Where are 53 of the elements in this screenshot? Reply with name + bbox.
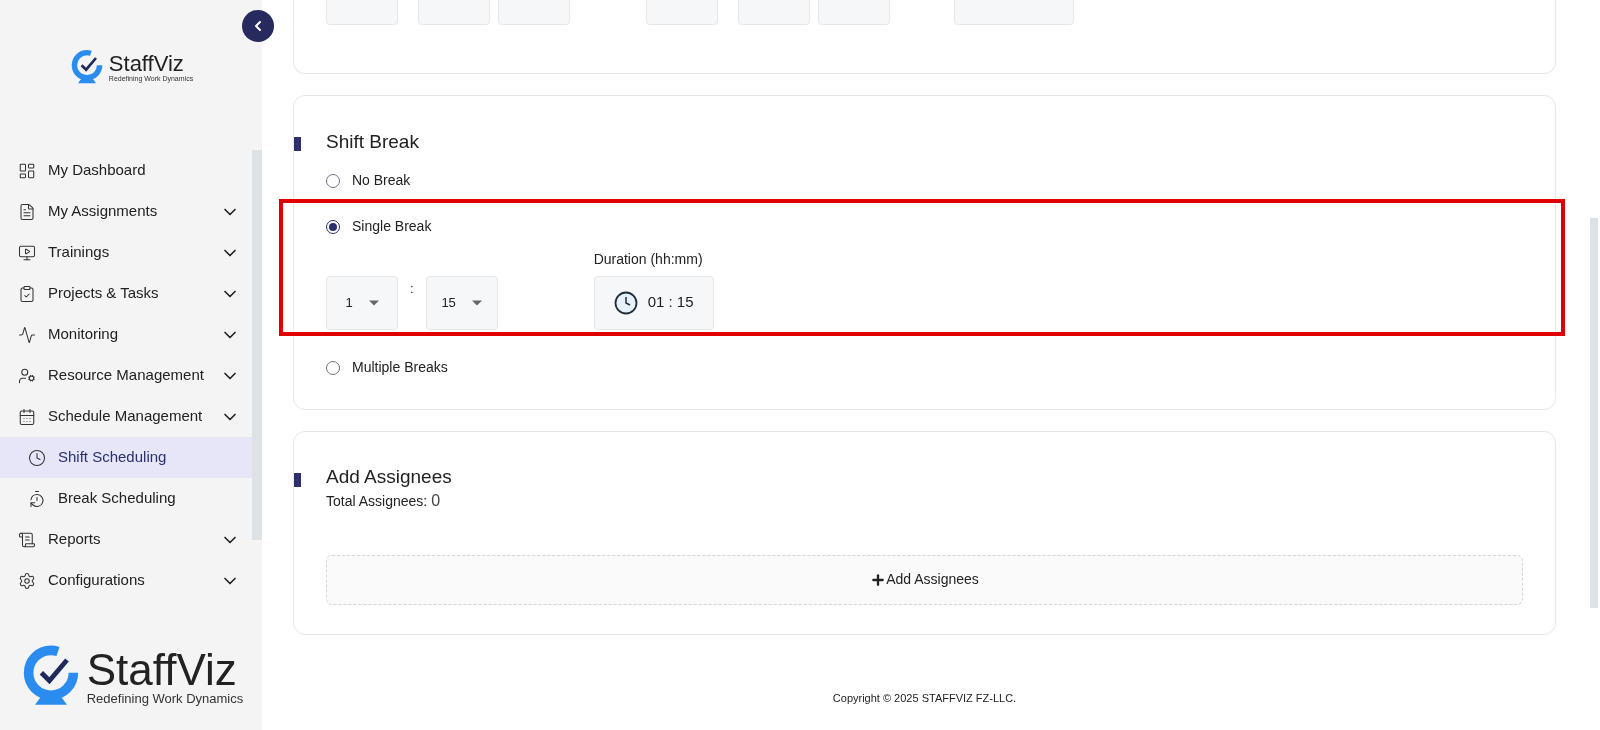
section-title: Shift Break (326, 130, 420, 154)
logo-tagline: Redefining Work Dynamics (86, 691, 244, 705)
calendar-icon (18, 407, 36, 426)
caret-icon (471, 299, 482, 306)
input-field[interactable] (954, 0, 1074, 25)
input-field[interactable] (418, 0, 490, 25)
caret-icon (368, 299, 379, 306)
grid-icon (18, 161, 36, 180)
clock-icon (613, 290, 638, 315)
input-field[interactable] (326, 0, 398, 25)
document-icon (18, 202, 36, 221)
logo-text: StaffViz (108, 52, 185, 75)
sidebar-item[interactable]: Trainings (0, 232, 252, 273)
section-marker (294, 137, 301, 151)
field-label: Duration (hh:mm) (593, 249, 704, 269)
sidebar-item[interactable]: Break Scheduling (0, 478, 252, 519)
sidebar-item[interactable]: Schedule Management (0, 396, 252, 437)
add-assignees-button[interactable]: Add Assignees (326, 554, 1523, 605)
pulse-icon (18, 325, 36, 344)
time-separator: : (410, 280, 414, 299)
timer-icon (28, 489, 46, 508)
sidebar-item[interactable]: My Assignments (0, 191, 252, 232)
user-gear-icon (18, 366, 36, 385)
gear-icon (18, 571, 36, 590)
duration-display: 01 : 15 (593, 275, 714, 330)
sidebar-item[interactable]: Resource Management (0, 355, 252, 396)
clipboard-icon (18, 284, 36, 303)
plus-icon (870, 571, 887, 588)
sidebar-item[interactable]: Configurations (0, 560, 252, 601)
sidebar-item[interactable]: My Dashboard (0, 150, 252, 191)
copyright-text: Copyright © 2025 STAFFVIZ FZ-LLC. (832, 690, 1017, 706)
radio-label: Single Break (352, 217, 432, 236)
input-field[interactable] (818, 0, 890, 25)
video-icon (18, 243, 36, 262)
radio-label: No Break (352, 171, 411, 190)
section-title: Add Assignees (326, 465, 453, 489)
collapse-button[interactable] (242, 10, 274, 42)
clock-icon (28, 448, 46, 467)
sidebar-item[interactable]: Monitoring (0, 314, 252, 355)
radio-label: Multiple Breaks (352, 358, 448, 377)
sidebar-item[interactable]: Reports (0, 519, 252, 560)
hours-dropdown[interactable]: 1 (326, 275, 398, 330)
total-label: Total Assignees: (326, 491, 428, 511)
sidebar-item[interactable]: Projects & Tasks (0, 273, 252, 314)
input-field[interactable] (738, 0, 810, 25)
minutes-dropdown[interactable]: 15 (425, 275, 498, 330)
total-count: 0 (431, 490, 441, 511)
document-icon (18, 530, 36, 549)
input-field[interactable] (646, 0, 718, 25)
section-marker (294, 473, 301, 487)
sidebar-item[interactable]: Shift Scheduling (0, 437, 252, 478)
logo-text: StaffViz (86, 647, 238, 692)
input-field[interactable] (498, 0, 570, 25)
